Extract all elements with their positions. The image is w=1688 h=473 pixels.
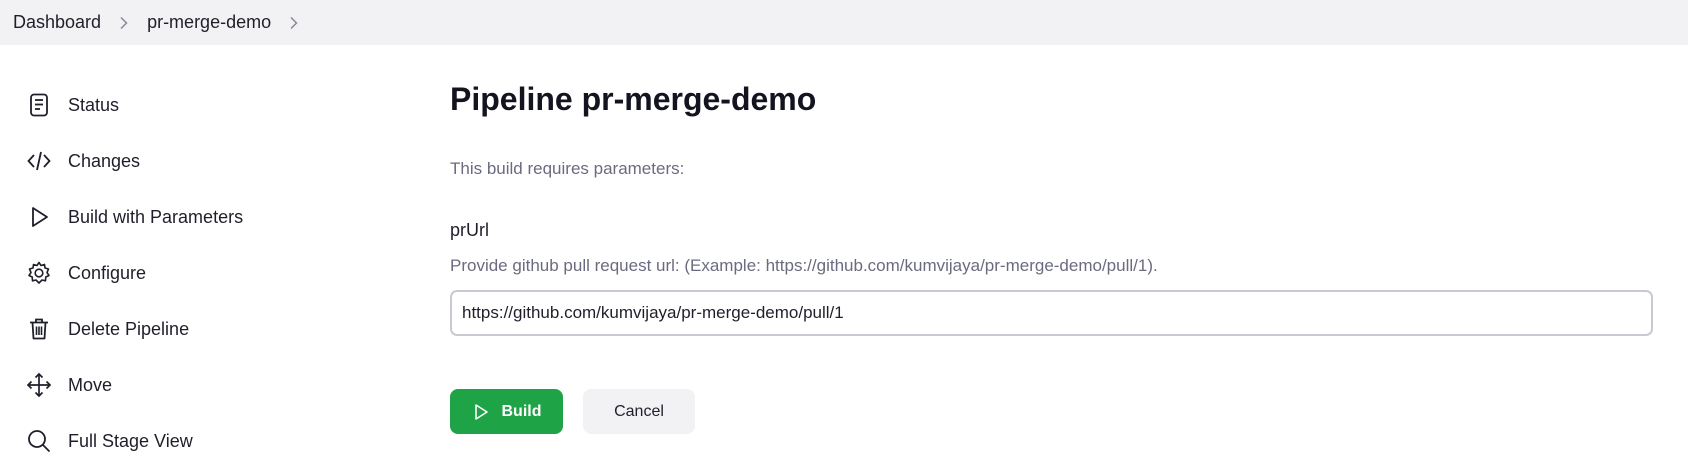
search-icon	[24, 426, 54, 456]
parameter-description: Provide github pull request url: (Exampl…	[450, 256, 1158, 275]
sidebar-item-label: Build with Parameters	[68, 206, 244, 227]
sidebar-item-build-with-parameters[interactable]: Build with Parameters	[24, 197, 243, 237]
requires-parameters-text: This build requires parameters:	[450, 159, 685, 178]
sidebar-item-label: Full Stage View	[68, 430, 193, 451]
gear-icon	[24, 258, 54, 288]
document-icon	[24, 90, 54, 120]
build-button-label: Build	[501, 402, 542, 420]
code-icon	[24, 146, 54, 176]
chevron-right-icon[interactable]	[271, 13, 317, 33]
build-button[interactable]: Build	[450, 389, 563, 434]
sidebar-item-label: Configure	[68, 262, 147, 283]
sidebar-item-delete-pipeline[interactable]: Delete Pipeline	[24, 309, 189, 349]
play-icon	[24, 202, 54, 232]
move-icon	[24, 370, 54, 400]
sidebar-item-changes[interactable]: Changes	[24, 141, 140, 181]
sidebar-item-label: Changes	[68, 150, 141, 171]
sidebar-item-configure[interactable]: Configure	[24, 253, 146, 293]
breadcrumb: Dashboard pr-merge-demo	[0, 0, 1688, 45]
sidebar-item-move[interactable]: Move	[24, 365, 112, 405]
trash-icon	[24, 314, 54, 344]
sidebar-item-label: Status	[68, 94, 120, 115]
breadcrumb-pr-merge-demo[interactable]: pr-merge-demo	[147, 12, 271, 33]
play-icon	[474, 403, 488, 420]
sidebar-item-label: Delete Pipeline	[68, 318, 190, 339]
sidebar-item-status[interactable]: Status	[24, 85, 119, 125]
sidebar-item-label: Move	[68, 374, 113, 395]
sidebar-item-full-stage-view[interactable]: Full Stage View	[24, 421, 193, 461]
page-title: Pipeline pr-merge-demo	[450, 81, 817, 117]
parameter-name: prUrl	[450, 220, 489, 240]
breadcrumb-dashboard[interactable]: Dashboard	[13, 12, 101, 33]
cancel-button[interactable]: Cancel	[583, 389, 695, 434]
pr-url-input[interactable]	[450, 290, 1653, 336]
chevron-right-icon[interactable]	[101, 13, 147, 33]
